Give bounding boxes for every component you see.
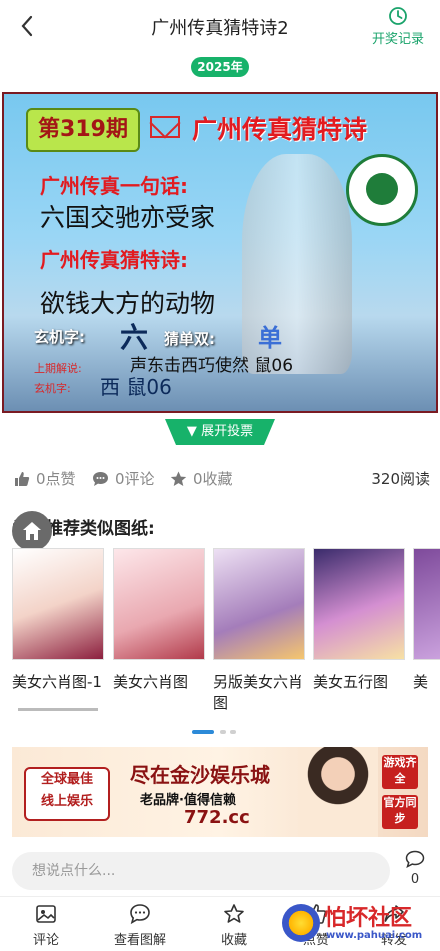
recommend-thumbnail[interactable] (113, 548, 205, 660)
recommend-caption: 另版美女六肖图 (213, 673, 304, 712)
draw-history-button[interactable]: 开奖记录 (366, 6, 430, 47)
xuanji-label: 玄机字: (34, 328, 85, 346)
poster-line2-label: 广州传真猜特诗: (40, 248, 188, 272)
comment-count-button[interactable]: 0 (404, 850, 426, 887)
star-icon (170, 471, 187, 486)
home-icon (23, 522, 41, 540)
tab-label: 评论 (32, 933, 59, 948)
pagination-dot[interactable] (220, 730, 226, 734)
poster-issue: 第319期 (26, 108, 140, 152)
pagination-dot-active[interactable] (192, 730, 214, 734)
recommend-card[interactable]: 美 (413, 548, 440, 693)
poster-headline: 广州传真猜特诗 (192, 115, 368, 144)
tab-favorite[interactable]: 收藏 (190, 903, 278, 948)
poster-line1-label: 广州传真一句话: (40, 174, 188, 198)
ad-url: 772.cc (184, 807, 250, 828)
watermark-logo-icon (282, 904, 320, 942)
previous-explain-label: 上期解说: (34, 362, 82, 375)
ad-left-badge: 全球最佳 线上娱乐 (24, 767, 110, 821)
tab-label: 收藏 (220, 933, 247, 948)
macau-emblem-icon (346, 154, 418, 226)
tab-label: 查看图解 (113, 933, 166, 948)
carousel-scrollbar[interactable] (18, 708, 98, 711)
tab-comment[interactable]: 评论 (2, 903, 90, 948)
ad-model-image (298, 747, 378, 837)
recommend-card[interactable]: 另版美女六肖图 (213, 548, 305, 714)
image-icon (36, 905, 56, 923)
watermark-url: www.pahuai.com (326, 930, 423, 941)
recommend-thumbnail[interactable] (12, 548, 104, 660)
previous-answer: 西 鼠06 (100, 375, 172, 399)
recommend-thumbnail[interactable] (213, 548, 305, 660)
poster-line1-text: 六国交驰亦受家 (40, 203, 216, 232)
ad-right-badge-1: 游戏齐全 (382, 755, 418, 789)
comment-input[interactable]: 想说点什么... (12, 852, 390, 890)
recommend-caption: 美 (413, 673, 429, 691)
watermark-text: 怕坏社区 (324, 906, 413, 931)
comment-bubble-icon (93, 471, 108, 486)
recommend-caption: 美女六肖图 (113, 673, 189, 691)
odd-even-value: 单 (258, 324, 282, 352)
star-outline-icon (224, 904, 244, 923)
top-nav-bar: 广州传真猜特诗2 开奖记录 (0, 0, 440, 52)
favorite-stat[interactable]: 0收藏 (170, 468, 233, 489)
year-badge[interactable]: 2025年 (191, 57, 249, 77)
recommend-card[interactable]: 美女五行图 (313, 548, 405, 693)
comment-count: 0评论 (115, 470, 155, 488)
poster-line2-text: 欲钱大方的动物 (40, 289, 216, 318)
envelope-icon (150, 116, 180, 138)
favorite-count: 0收藏 (193, 470, 233, 488)
lottery-poster-image[interactable]: 第319期 广州传真猜特诗 广州传真一句话: 六国交驰亦受家 广州传真猜特诗: … (2, 92, 438, 413)
recommend-card[interactable]: 美女六肖图 (113, 548, 205, 693)
ad-banner[interactable]: 全球最佳 线上娱乐 尽在金沙娱乐城 老品牌·值得信赖 772.cc 游戏齐全 官… (12, 747, 428, 837)
like-count: 0点赞 (36, 470, 76, 488)
tab-view-explain[interactable]: 查看图解 (96, 903, 184, 948)
home-float-button[interactable] (12, 511, 52, 551)
recommend-caption: 美女六肖图-1 (12, 673, 102, 691)
ad-subline: 老品牌·值得信赖 (140, 793, 236, 808)
recommend-carousel[interactable]: 美女六肖图-1 美女六肖图 另版美女六肖图 美女五行图 美 (12, 548, 440, 718)
site-watermark: 怕坏社区 www.pahuai.com (282, 900, 432, 946)
chat-bubble-icon (130, 904, 150, 925)
comment-icon (405, 850, 425, 868)
clock-icon (389, 7, 407, 25)
expand-vote-button[interactable]: ▼ 展开投票 (165, 419, 275, 445)
expand-vote-label: ▼ 展开投票 (165, 419, 275, 445)
pagination-dot[interactable] (230, 730, 236, 734)
comment-total: 0 (410, 872, 420, 887)
comment-stat[interactable]: 0评论 (92, 468, 155, 489)
thumbs-up-icon (15, 471, 30, 486)
xuanji-value: 六 (120, 321, 149, 354)
ad-right-badge-2: 官方同步 (382, 795, 418, 829)
draw-history-label: 开奖记录 (371, 32, 424, 47)
odd-even-label: 猜单双: (164, 330, 215, 348)
previous-xuanji-label: 玄机字: (34, 382, 71, 395)
recommend-card[interactable]: 美女六肖图-1 (12, 548, 104, 693)
recommend-caption: 美女五行图 (313, 673, 389, 691)
comment-bar: 想说点什么... 0 (0, 846, 440, 896)
read-count: 320阅读 (371, 470, 430, 488)
post-stats: 0点赞 0评论 0收藏 320阅读 (14, 468, 430, 492)
carousel-pagination (192, 730, 248, 736)
like-stat[interactable]: 0点赞 (14, 468, 76, 489)
ad-headline: 尽在金沙娱乐城 (130, 763, 270, 787)
recommend-thumbnail[interactable] (413, 548, 440, 660)
recommend-thumbnail[interactable] (313, 548, 405, 660)
